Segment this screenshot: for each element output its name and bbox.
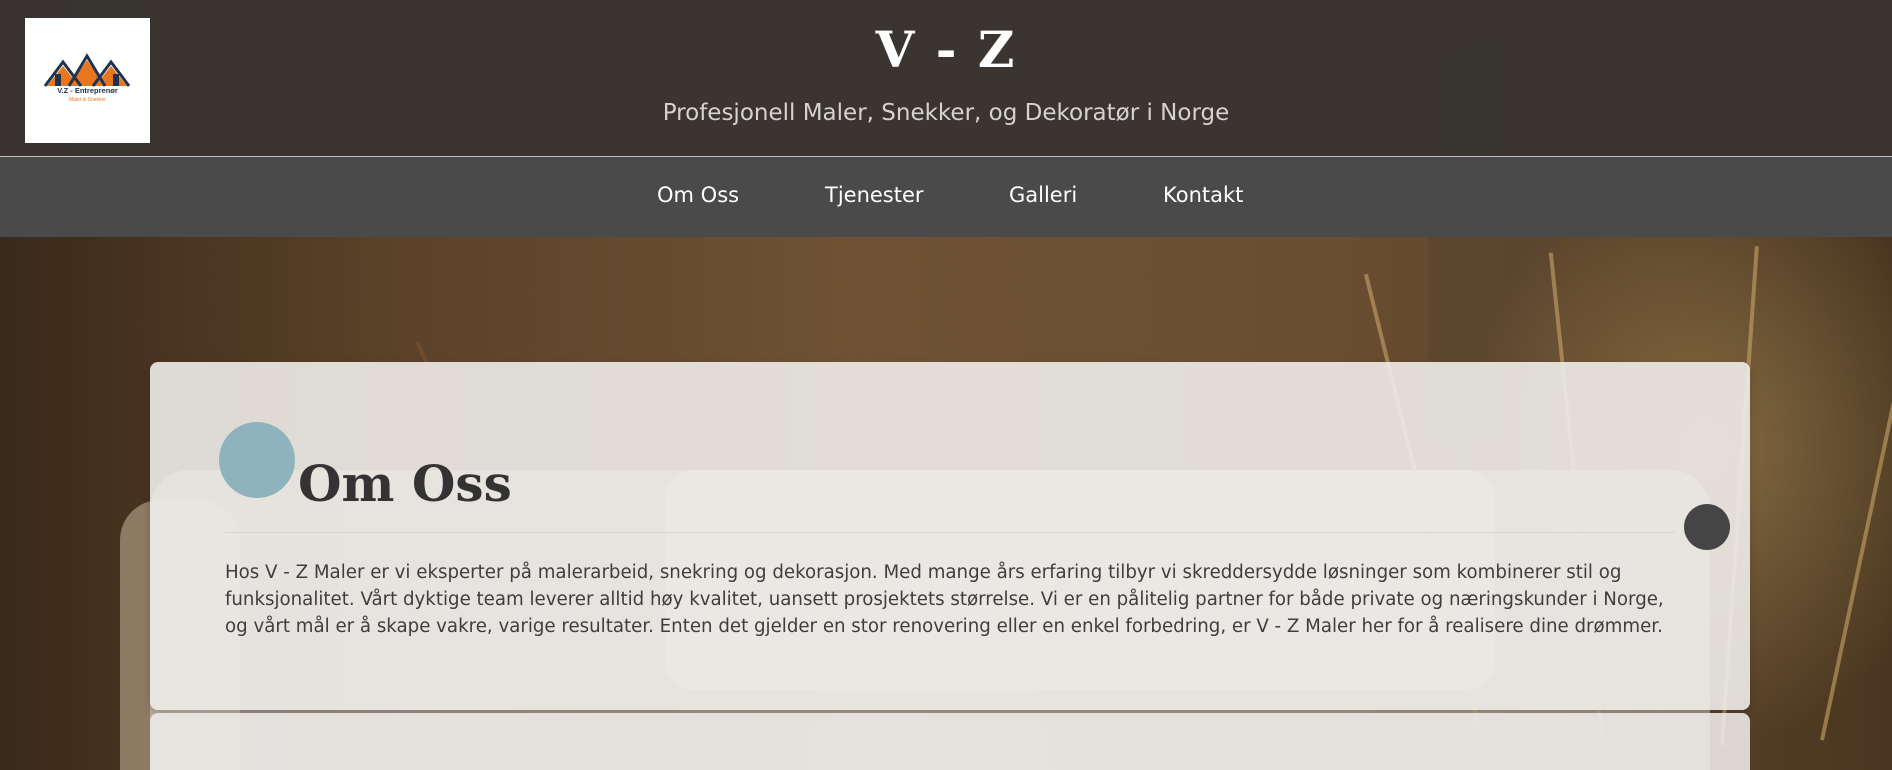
site-header: V.Z - Entreprenør Maler & Snekker V - Z … bbox=[0, 0, 1892, 157]
nav-link-galleri[interactable]: Galleri bbox=[1009, 183, 1077, 207]
section-divider bbox=[225, 532, 1675, 533]
about-text: Hos V - Z Maler er vi eksperter på maler… bbox=[225, 562, 1664, 637]
scroll-dot-button[interactable] bbox=[1684, 504, 1730, 550]
about-section: Om Oss Hos V - Z Maler er vi eksperter p… bbox=[150, 362, 1750, 710]
main-nav: Om Oss Tjenester Galleri Kontakt bbox=[0, 157, 1892, 237]
next-section bbox=[150, 713, 1750, 770]
nav-link-tjenester[interactable]: Tjenester bbox=[825, 183, 924, 207]
about-title: Om Oss bbox=[298, 454, 512, 513]
site-tagline: Profesjonell Maler, Snekker, og Dekoratø… bbox=[662, 100, 1230, 126]
nav-link-kontakt[interactable]: Kontakt bbox=[1163, 183, 1243, 207]
logo-text: V.Z - Entreprenør bbox=[57, 86, 118, 95]
nav-link-om-oss[interactable]: Om Oss bbox=[657, 183, 739, 207]
site-title: V - Z bbox=[875, 20, 1017, 79]
title-accent-circle bbox=[219, 422, 295, 498]
